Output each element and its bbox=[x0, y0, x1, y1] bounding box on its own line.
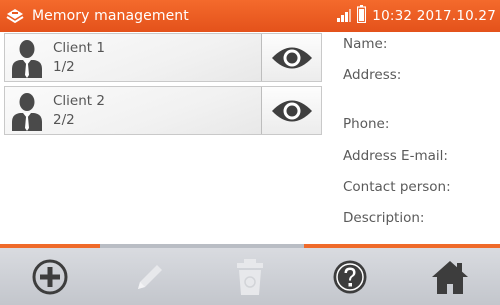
view-client-button[interactable] bbox=[261, 34, 321, 81]
client-name: Client 2 bbox=[53, 93, 105, 109]
client-row[interactable]: Client 1 1/2 bbox=[4, 33, 322, 82]
trash-icon bbox=[237, 258, 263, 295]
client-list: Client 1 1/2 Client 2 2/2 bbox=[4, 33, 322, 139]
client-name: Client 1 bbox=[53, 40, 105, 56]
eye-icon bbox=[271, 100, 312, 121]
pencil-icon bbox=[138, 264, 162, 289]
person-icon bbox=[5, 34, 49, 81]
client-row[interactable]: Client 2 2/2 bbox=[4, 86, 322, 135]
bottom-toolbar bbox=[0, 248, 500, 305]
name-label: Name: bbox=[343, 36, 388, 52]
add-button[interactable] bbox=[20, 252, 80, 302]
title-bar: Memory management 10:32 2017.10.27 bbox=[0, 0, 500, 32]
clock-date: 10:32 2017.10.27 bbox=[372, 8, 496, 24]
description-label: Description: bbox=[343, 210, 425, 226]
plus-circle-icon bbox=[32, 259, 68, 294]
eye-icon bbox=[271, 47, 312, 68]
edit-button[interactable] bbox=[120, 252, 180, 302]
person-icon bbox=[5, 87, 49, 134]
memory-card-icon bbox=[0, 0, 30, 32]
address-label: Address: bbox=[343, 67, 402, 83]
help-button[interactable] bbox=[320, 252, 380, 302]
question-circle-icon bbox=[333, 260, 367, 293]
client-measurement-count: 1/2 bbox=[53, 59, 75, 75]
view-client-button[interactable] bbox=[261, 87, 321, 134]
window-title: Memory management bbox=[32, 8, 189, 24]
client-measurement-count: 2/2 bbox=[53, 112, 75, 128]
home-icon bbox=[432, 260, 468, 294]
battery-icon bbox=[357, 5, 367, 27]
delete-button[interactable] bbox=[220, 252, 280, 302]
email-label: Address E-mail: bbox=[343, 148, 448, 164]
home-button[interactable] bbox=[420, 252, 480, 302]
signal-bars-icon bbox=[337, 7, 352, 26]
status-area: 10:32 2017.10.27 bbox=[337, 0, 496, 32]
contact-person-label: Contact person: bbox=[343, 179, 451, 195]
phone-label: Phone: bbox=[343, 116, 390, 132]
